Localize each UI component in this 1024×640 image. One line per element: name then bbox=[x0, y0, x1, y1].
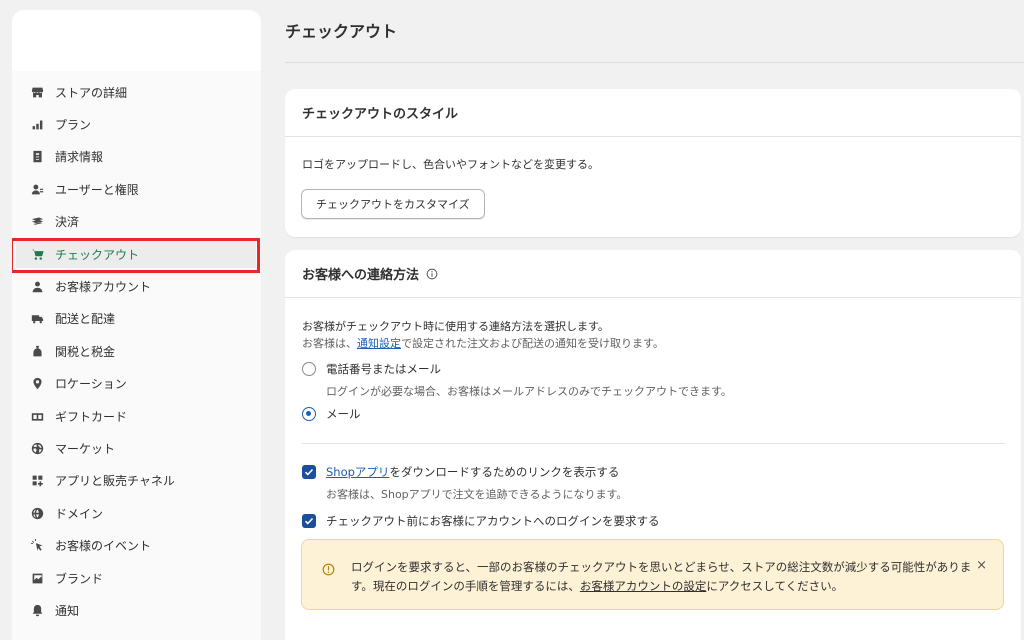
radio-email[interactable]: メール bbox=[302, 406, 361, 422]
require-login-checkbox-row[interactable]: チェックアウト前にお客様にアカウントへのログインを要求する bbox=[302, 513, 660, 529]
radio-phone-helper: ログインが必要な場合、お客様はメールアドレスのみでチェックアウトできます。 bbox=[326, 385, 732, 398]
sidebar-item-label: お客様のイベント bbox=[55, 539, 152, 554]
sidebar-item-label: チェックアウト bbox=[55, 247, 140, 262]
cursor-click-icon bbox=[30, 539, 44, 553]
radio-button-selected[interactable] bbox=[302, 407, 316, 421]
close-icon[interactable]: × bbox=[976, 558, 987, 573]
customer-account-settings-link[interactable]: お客様アカウントの設定 bbox=[580, 579, 707, 593]
radio-button[interactable] bbox=[302, 362, 316, 376]
page-title: チェックアウト bbox=[285, 22, 398, 41]
users-icon bbox=[30, 182, 44, 196]
sidebar-item-label: ロケーション bbox=[55, 377, 127, 392]
warning-icon bbox=[322, 561, 335, 576]
plan-chart-icon bbox=[30, 118, 44, 132]
main-content: チェックアウト チェックアウトのスタイル ロゴをアップロードし、色合いやフォント… bbox=[285, 0, 1024, 640]
radio-phone-label: 電話番号またはメール bbox=[326, 362, 441, 376]
sidebar-item-payments[interactable]: 決済 bbox=[12, 206, 261, 238]
notification-settings-link[interactable]: 通知設定 bbox=[357, 337, 401, 350]
checkout-style-card: チェックアウトのスタイル ロゴをアップロードし、色合いやフォントなどを変更する。… bbox=[285, 89, 1021, 237]
sidebar-item-customer-accounts[interactable]: お客様アカウント bbox=[12, 270, 261, 302]
sidebar-item-gift-cards[interactable]: ギフトカード bbox=[12, 400, 261, 432]
payments-icon bbox=[30, 215, 44, 229]
notification-note-suffix: で設定された注文および配送の通知を受け取ります。 bbox=[401, 337, 664, 350]
domain-globe-icon bbox=[30, 506, 44, 520]
sidebar-item-markets[interactable]: マーケット bbox=[12, 432, 261, 464]
sidebar-item-label: 請求情報 bbox=[55, 150, 104, 165]
billing-icon bbox=[30, 150, 44, 164]
sidebar-item-label: 決済 bbox=[55, 215, 80, 230]
sidebar-item-label: 関税と税金 bbox=[55, 344, 116, 359]
radio-phone-or-email[interactable]: 電話番号またはメール bbox=[302, 361, 441, 377]
sidebar-item-label: アプリと販売チャネル bbox=[55, 474, 175, 489]
sidebar-item-shipping[interactable]: 配送と配達 bbox=[12, 303, 261, 335]
sidebar-item-brand[interactable]: ブランド bbox=[12, 562, 261, 594]
customize-checkout-button[interactable]: チェックアウトをカスタマイズ bbox=[301, 189, 485, 219]
sidebar-item-label: ユーザーと権限 bbox=[55, 182, 139, 197]
sidebar-item-plan[interactable]: プラン bbox=[12, 108, 261, 140]
sidebar-item-store-details[interactable]: ストアの詳細 bbox=[12, 76, 261, 108]
sidebar-item-billing[interactable]: 請求情報 bbox=[12, 141, 261, 173]
settings-sidebar: ストアの詳細 プラン 請求情報 ユーザーと権限 決済 チェックアウト お客様アカ… bbox=[12, 10, 261, 640]
section-divider bbox=[302, 443, 1005, 444]
shop-app-checkbox-row[interactable]: Shopアプリ をダウンロードするためのリンクを表示する bbox=[302, 464, 619, 480]
gift-card-icon bbox=[30, 409, 44, 423]
title-divider bbox=[285, 62, 1024, 63]
sidebar-item-label: ストアの詳細 bbox=[55, 85, 128, 100]
sidebar-item-domains[interactable]: ドメイン bbox=[12, 497, 261, 529]
sidebar-item-customer-events[interactable]: お客様のイベント bbox=[12, 529, 261, 561]
location-pin-icon bbox=[30, 377, 44, 391]
sidebar-item-label: お客様アカウント bbox=[55, 280, 152, 295]
radio-email-label: メール bbox=[326, 407, 361, 421]
sidebar-item-taxes[interactable]: 関税と税金 bbox=[12, 335, 261, 367]
truck-icon bbox=[30, 312, 44, 326]
store-header bbox=[12, 10, 261, 71]
store-name-placeholder[interactable] bbox=[22, 20, 184, 62]
notification-note-prefix: お客様は、 bbox=[302, 337, 357, 350]
login-warning-banner: ログインを要求すると、一部のお客様のチェックアウトを思いとどまらせ、ストアの総注… bbox=[301, 539, 1004, 610]
cart-icon bbox=[30, 247, 44, 261]
shop-app-helper: お客様は、Shopアプリで注文を追跡できるようになります。 bbox=[326, 488, 628, 501]
customer-contact-card: お客様への連絡方法 お客様がチェックアウト時に使用する連絡方法を選択します。 お… bbox=[285, 250, 1021, 640]
sidebar-item-checkout[interactable]: チェックアウト bbox=[12, 237, 261, 273]
checkbox-checked[interactable] bbox=[302, 514, 316, 528]
sidebar-item-label: ドメイン bbox=[55, 506, 104, 521]
tax-bag-icon bbox=[30, 344, 44, 358]
settings-nav: ストアの詳細 プラン 請求情報 ユーザーと権限 決済 チェックアウト お客様アカ… bbox=[12, 76, 261, 627]
sidebar-item-label: ギフトカード bbox=[55, 409, 128, 424]
contact-method-description: お客様がチェックアウト時に使用する連絡方法を選択します。 bbox=[302, 320, 609, 333]
notification-note: お客様は、通知設定で設定された注文および配送の通知を受け取ります。 bbox=[302, 335, 664, 351]
warning-banner-text: ログインを要求すると、一部のお客様のチェックアウトを思いとどまらせ、ストアの総注… bbox=[351, 558, 981, 596]
store-icon bbox=[30, 85, 44, 99]
sidebar-item-label: ブランド bbox=[55, 571, 104, 586]
person-icon bbox=[30, 280, 44, 294]
sidebar-item-users[interactable]: ユーザーと権限 bbox=[12, 173, 261, 205]
warning-text-part2: にアクセスしてください。 bbox=[706, 579, 844, 593]
checkout-style-description: ロゴをアップロードし、色合いやフォントなどを変更する。 bbox=[302, 158, 599, 171]
brand-image-icon bbox=[30, 571, 44, 585]
checkbox-checked[interactable] bbox=[302, 465, 316, 479]
card-heading: チェックアウトのスタイル bbox=[285, 89, 1021, 137]
sidebar-item-locations[interactable]: ロケーション bbox=[12, 368, 261, 400]
sidebar-item-label: 通知 bbox=[55, 603, 80, 618]
sidebar-item-label: プラン bbox=[55, 118, 92, 133]
require-login-label: チェックアウト前にお客様にアカウントへのログインを要求する bbox=[326, 514, 660, 528]
checkout-style-heading: チェックアウトのスタイル bbox=[302, 107, 459, 122]
contact-method-heading: お客様への連絡方法 bbox=[302, 268, 420, 283]
bell-icon bbox=[30, 603, 44, 617]
sidebar-item-label: マーケット bbox=[55, 441, 116, 456]
card-heading: お客様への連絡方法 bbox=[285, 250, 1021, 298]
sidebar-item-notifications[interactable]: 通知 bbox=[12, 594, 261, 626]
shop-app-check-label: をダウンロードするためのリンクを表示する bbox=[389, 465, 620, 479]
sidebar-item-apps[interactable]: アプリと販売チャネル bbox=[12, 465, 261, 497]
info-icon[interactable] bbox=[426, 268, 438, 280]
shop-app-link[interactable]: Shopアプリ bbox=[326, 464, 389, 480]
sidebar-item-label: 配送と配達 bbox=[55, 312, 116, 327]
apps-grid-icon bbox=[30, 474, 44, 488]
globe-icon bbox=[30, 441, 44, 455]
